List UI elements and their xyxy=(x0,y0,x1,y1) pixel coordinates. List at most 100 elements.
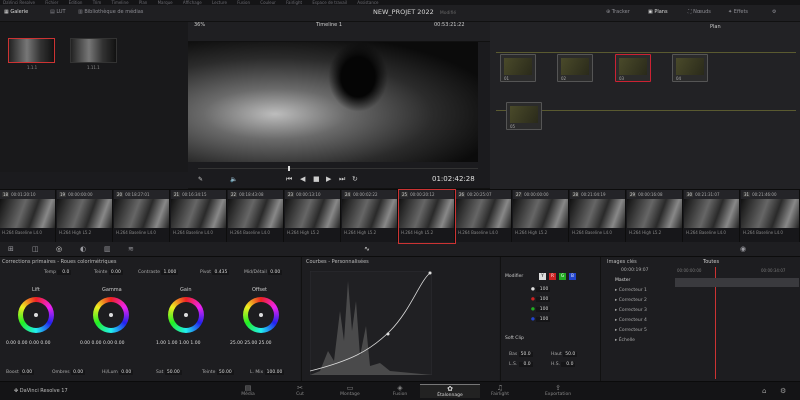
keyframe-track[interactable]: ▸ Correcteur 3 xyxy=(615,308,647,313)
channel-r-toggle[interactable]: R xyxy=(549,273,556,280)
node-03[interactable]: 03 xyxy=(615,54,651,82)
tint-value[interactable]: 0.00 xyxy=(108,270,123,275)
pivot-value[interactable]: 0.435 xyxy=(212,270,230,275)
contrast-value[interactable]: 1.000 xyxy=(161,270,179,275)
audio-icon[interactable]: 🔈 xyxy=(230,176,237,183)
offset-values[interactable]: 25.00 25.00 25.00 xyxy=(230,341,272,346)
timeline-selector[interactable]: Timeline 1 xyxy=(316,22,342,28)
clip-thumbnail[interactable]: 20 00:18:27:01 H.264 Baseline L4.0 xyxy=(114,190,170,243)
gallery-still[interactable] xyxy=(8,38,55,63)
node-mode-selector[interactable]: Plan xyxy=(710,24,721,30)
color-wheels-icon[interactable]: ◎ xyxy=(56,245,62,253)
lum-mix-value[interactable]: 100.00 xyxy=(264,370,285,375)
high-soft-value[interactable]: 0.0 xyxy=(561,362,576,367)
keyframe-track[interactable]: ▸ Échelle xyxy=(615,338,635,343)
lift-values[interactable]: 0.00 0.00 0.00 0.00 xyxy=(6,341,50,346)
clip-thumbnail[interactable]: 29 00:00:16:08 H.264 High L5.2 xyxy=(627,190,683,243)
clip-thumbnail[interactable]: 31 00:21:46:00 H.264 Baseline L4.0 xyxy=(741,190,800,243)
gain-values[interactable]: 1.00 1.00 1.00 1.00 xyxy=(156,341,200,346)
clip-thumbnail[interactable]: 19 00:00:00:00 H.264 High L5.2 xyxy=(57,190,113,243)
effects-button[interactable]: ✦ Effets xyxy=(728,9,748,15)
keyframe-track[interactable]: Master xyxy=(615,278,630,283)
media-pool-button[interactable]: ▥ Bibliothèque de médias xyxy=(78,9,143,15)
channel-intensity[interactable]: 100 xyxy=(536,287,551,292)
low-soft-value[interactable]: 0.0 xyxy=(518,362,533,367)
node-05[interactable]: 05 xyxy=(506,102,542,130)
channel-intensity[interactable]: 100 xyxy=(536,317,551,322)
node-04[interactable]: 04 xyxy=(672,54,708,82)
clip-thumbnail[interactable]: 23 00:00:13:10 H.264 High L5.2 xyxy=(285,190,341,243)
clip-thumbnail[interactable]: 21 00:16:34:15 H.264 Baseline L4.0 xyxy=(171,190,227,243)
high-value[interactable]: 50.0 xyxy=(563,352,578,357)
curve-control-point[interactable] xyxy=(386,332,390,336)
lut-button[interactable]: ▤ LUT xyxy=(50,9,66,15)
keyframe-track[interactable]: ▸ Correcteur 4 xyxy=(615,318,647,323)
page-deliver[interactable]: ⇪ Exportation xyxy=(528,384,588,397)
clip-thumbnail[interactable]: 28 00:21:04:19 H.264 Baseline L4.0 xyxy=(570,190,626,243)
clip-thumbnail[interactable]: 27 00:00:00:00 H.264 High L5.2 xyxy=(513,190,569,243)
settings-icon[interactable]: ⚙ xyxy=(772,9,776,15)
temp-value[interactable]: 0.0 xyxy=(57,270,72,275)
scopes-icon[interactable]: ◉ xyxy=(740,245,746,253)
gain-wheel[interactable] xyxy=(168,297,204,333)
play-icon[interactable]: ▶ xyxy=(326,175,331,183)
master-keyframe-bar[interactable] xyxy=(675,278,799,287)
clip-thumbnail[interactable]: 22 00:18:43:08 H.264 Baseline L4.0 xyxy=(228,190,284,243)
camera-raw-icon[interactable]: ⊞ xyxy=(8,245,14,253)
keyframe-track[interactable]: ▸ Correcteur 5 xyxy=(615,328,647,333)
gamma-wheel[interactable] xyxy=(93,297,129,333)
gamma-values[interactable]: 0.00 0.00 0.00 0.00 xyxy=(80,341,124,346)
viewer-image[interactable] xyxy=(188,42,478,162)
clip-thumbnail[interactable]: 30 00:21:31:07 H.264 Baseline L4.0 xyxy=(684,190,740,243)
clip-thumbnail-selected[interactable]: 25 00:00:20:12 H.264 High L5.2 xyxy=(398,189,456,244)
lift-wheel[interactable] xyxy=(18,297,54,333)
clip-thumbnail[interactable]: 26 00:20:25:07 H.264 Baseline L4.0 xyxy=(456,190,512,243)
hue-value[interactable]: 50.00 xyxy=(216,370,234,375)
rgb-mixer-icon[interactable]: ▥ xyxy=(104,245,111,253)
gallery-still[interactable] xyxy=(70,38,117,63)
keyframe-track[interactable]: ▸ Correcteur 2 xyxy=(615,298,647,303)
clip-thumbnail[interactable]: 18 00:01:20:10 H.264 Baseline L4.0 xyxy=(0,190,56,243)
clip-thumbnail[interactable]: 24 00:00:02:22 H.264 High L5.2 xyxy=(342,190,398,243)
tracker-button[interactable]: ⊕ Tracker xyxy=(606,9,630,15)
offset-wheel[interactable] xyxy=(243,297,279,333)
channel-intensity[interactable]: 100 xyxy=(536,307,551,312)
channel-g-toggle[interactable]: G xyxy=(559,273,566,280)
loop-icon[interactable]: ↻ xyxy=(352,175,358,183)
hdr-icon[interactable]: ◐ xyxy=(80,245,86,253)
saturation-value[interactable]: 50.00 xyxy=(164,370,182,375)
curve-control-point[interactable] xyxy=(428,271,432,275)
page-media[interactable]: ▤ Média xyxy=(218,384,278,397)
node-01[interactable]: 01 xyxy=(500,54,536,82)
gallery-button[interactable]: ▦ Galerie xyxy=(4,9,28,15)
channel-b-toggle[interactable]: B xyxy=(569,273,576,280)
motion-effects-icon[interactable]: ≋ xyxy=(128,245,134,253)
channel-intensity[interactable]: 100 xyxy=(536,297,551,302)
curve-editor[interactable] xyxy=(310,271,432,375)
scrubber-track[interactable] xyxy=(198,168,478,169)
curves-icon[interactable]: ∿ xyxy=(364,245,370,253)
reverse-icon[interactable]: ◀ xyxy=(300,175,305,183)
node-02[interactable]: 02 xyxy=(557,54,593,82)
node-editor[interactable]: Plan 01 02 03 04 05 xyxy=(490,22,800,189)
playhead[interactable] xyxy=(288,166,290,171)
pen-icon[interactable]: ✎ xyxy=(198,176,203,183)
keyframe-track[interactable]: ▸ Correcteur 1 xyxy=(615,288,647,293)
page-fairlight[interactable]: ♫ Fairlight xyxy=(470,384,530,397)
next-clip-icon[interactable]: ⏭ xyxy=(339,175,345,184)
settings-gear-icon[interactable]: ⚙ xyxy=(780,387,786,395)
zoom-level[interactable]: 36% xyxy=(194,22,205,28)
keyframe-filter[interactable]: Toutes xyxy=(703,259,719,265)
color-match-icon[interactable]: ◫ xyxy=(32,245,39,253)
channel-y-toggle[interactable]: Y xyxy=(539,273,546,280)
nodes-button[interactable]: ⛶ Nœuds xyxy=(688,9,711,15)
mid-detail-value[interactable]: 0.00 xyxy=(268,270,283,275)
clips-button[interactable]: ▣ Plans xyxy=(648,9,668,15)
stop-icon[interactable]: ■ xyxy=(313,175,320,183)
low-value[interactable]: 50.0 xyxy=(518,352,533,357)
boost-value[interactable]: 0.00 xyxy=(20,370,35,375)
shadows-value[interactable]: 0.00 xyxy=(71,370,86,375)
home-icon[interactable]: ⌂ xyxy=(762,387,766,395)
highlights-value[interactable]: 0.00 xyxy=(119,370,134,375)
prev-clip-icon[interactable]: ⏮ xyxy=(286,175,292,184)
